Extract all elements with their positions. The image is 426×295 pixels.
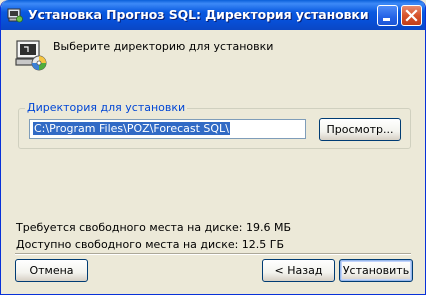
available-space-text: Доступно свободного места на диске: 12.5… bbox=[16, 238, 285, 251]
browse-button[interactable]: Просмотр... bbox=[319, 118, 401, 141]
installer-icon bbox=[7, 7, 23, 23]
install-path-field[interactable]: C:\Program Files\POZ\Forecast SQL\ bbox=[29, 119, 306, 139]
minimize-icon bbox=[383, 18, 390, 21]
required-space-text: Требуется свободного места на диске: 19.… bbox=[16, 221, 292, 234]
install-path-value: C:\Program Files\POZ\Forecast SQL\ bbox=[33, 122, 230, 135]
back-button[interactable]: < Назад bbox=[262, 259, 335, 282]
installer-disk-icon bbox=[14, 38, 48, 72]
title-bar[interactable]: Установка Прогноз SQL: Директория устано… bbox=[1, 0, 425, 30]
footer-divider bbox=[15, 253, 411, 255]
installer-window: Установка Прогноз SQL: Директория устано… bbox=[0, 0, 426, 295]
close-button[interactable] bbox=[401, 5, 422, 26]
header-instruction: Выберите директорию для установки bbox=[53, 40, 274, 53]
directory-group-label: Директория для установки bbox=[25, 101, 188, 114]
install-button[interactable]: Установить bbox=[339, 259, 413, 282]
close-icon bbox=[405, 9, 418, 22]
window-title: Установка Прогноз SQL: Директория устано… bbox=[28, 7, 369, 22]
minimize-button[interactable] bbox=[377, 5, 398, 26]
cancel-button[interactable]: Отмена bbox=[15, 259, 88, 282]
